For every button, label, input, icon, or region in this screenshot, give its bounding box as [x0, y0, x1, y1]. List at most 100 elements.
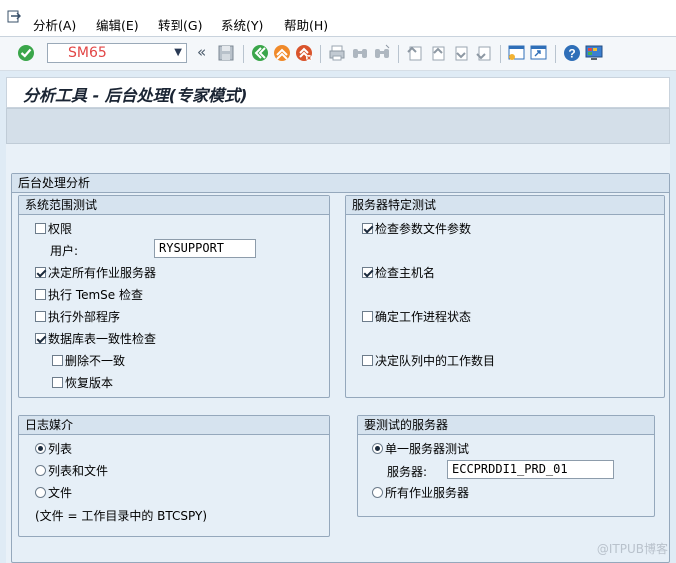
- help-button[interactable]: ?: [562, 43, 582, 63]
- delete-inconsistent-label: 删除不一致: [65, 353, 126, 368]
- toolbar-separator: [398, 45, 399, 63]
- external-program-checkbox[interactable]: [35, 310, 46, 322]
- external-program-label: 执行外部程序: [48, 309, 121, 324]
- collapse-arrows-icon[interactable]: «: [197, 43, 206, 61]
- back-button[interactable]: [250, 43, 270, 63]
- db-consistency-checkbox[interactable]: [35, 332, 46, 344]
- single-server-radio-row[interactable]: 单一服务器测试: [372, 439, 469, 457]
- all-servers-checkbox[interactable]: [35, 266, 46, 278]
- list-radio[interactable]: [35, 442, 46, 454]
- check-params-checkbox-row[interactable]: 检查参数文件参数: [362, 219, 471, 237]
- restore-version-checkbox[interactable]: [52, 376, 63, 388]
- customize-layout-icon: [585, 45, 603, 60]
- last-page-button[interactable]: [474, 43, 494, 63]
- create-session-button[interactable]: [507, 43, 527, 63]
- menu-system[interactable]: 系统(Y): [221, 15, 263, 34]
- check-params-label: 检查参数文件参数: [375, 221, 472, 236]
- cancel-button[interactable]: [294, 43, 314, 63]
- previous-page-icon: [432, 46, 445, 61]
- menu-help[interactable]: 帮助(H): [284, 15, 328, 34]
- cancel-icon: [296, 45, 312, 61]
- restore-version-label: 恢复版本: [65, 375, 114, 390]
- menu-goto[interactable]: 转到(G): [158, 15, 202, 34]
- toolbar-separator: [500, 45, 501, 63]
- work-process-checkbox-row[interactable]: 确定工作进程状态: [362, 307, 471, 325]
- standard-toolbar: SM65 ▼ « ?: [0, 37, 676, 71]
- app-menu-icon[interactable]: [7, 10, 21, 23]
- external-program-checkbox-row[interactable]: 执行外部程序: [35, 307, 120, 325]
- menu-edit[interactable]: 编辑(E): [96, 15, 139, 34]
- file-note: (文件 = 工作目录中的 BTCSPY): [35, 509, 208, 523]
- previous-page-button[interactable]: [428, 43, 448, 63]
- all-servers-checkbox-row[interactable]: 决定所有作业服务器: [35, 263, 156, 281]
- list-and-file-radio[interactable]: [35, 464, 46, 476]
- queue-count-checkbox-row[interactable]: 决定队列中的工作数目: [362, 351, 495, 369]
- single-server-radio[interactable]: [372, 442, 383, 454]
- delete-inconsistent-checkbox[interactable]: [52, 354, 63, 366]
- temse-label: 执行 TemSe 检查: [48, 287, 143, 302]
- check-host-checkbox[interactable]: [362, 266, 373, 278]
- exit-icon: [274, 45, 290, 61]
- list-and-file-radio-row[interactable]: 列表和文件: [35, 461, 108, 479]
- file-radio[interactable]: [35, 486, 46, 498]
- exit-button[interactable]: [272, 43, 292, 63]
- first-page-button[interactable]: [405, 43, 425, 63]
- user-input[interactable]: RYSUPPORT: [154, 239, 256, 258]
- back-icon: [252, 45, 268, 61]
- queue-count-checkbox[interactable]: [362, 354, 373, 366]
- dropdown-arrow-icon[interactable]: ▼: [174, 47, 182, 58]
- permission-checkbox-row[interactable]: 权限: [35, 219, 72, 237]
- page-title: 分析工具 - 后台处理(专家模式): [23, 86, 248, 105]
- work-process-checkbox[interactable]: [362, 310, 373, 322]
- list-label: 列表: [48, 441, 73, 456]
- delete-inconsistent-checkbox-row[interactable]: 删除不一致: [52, 351, 125, 369]
- temse-checkbox-row[interactable]: 执行 TemSe 检查: [35, 285, 143, 303]
- watermark: @ITPUB博客: [596, 542, 668, 556]
- log-media-group: 日志媒介 列表 列表和文件 文件 (文件 = 工作目录中的 BTCSPY): [18, 415, 330, 537]
- permission-checkbox[interactable]: [35, 222, 46, 234]
- next-page-icon: [455, 46, 468, 61]
- temse-checkbox[interactable]: [35, 288, 46, 300]
- server-tests-heading: 服务器特定测试: [346, 196, 664, 215]
- menu-analysis[interactable]: 分析(A): [33, 15, 76, 34]
- application-toolbar: [6, 108, 670, 144]
- servers-to-test-group: 要测试的服务器 单一服务器测试 服务器: ECCPRDDI1_PRD_01 所有…: [357, 415, 655, 517]
- find-button[interactable]: [350, 43, 370, 63]
- list-and-file-label: 列表和文件: [48, 463, 109, 478]
- next-page-button[interactable]: [451, 43, 471, 63]
- background-analysis-heading: 后台处理分析: [12, 174, 669, 193]
- customize-layout-button[interactable]: [584, 43, 604, 63]
- all-job-servers-label: 所有作业服务器: [385, 485, 470, 500]
- queue-count-label: 决定队列中的工作数目: [375, 353, 496, 368]
- find-icon: [353, 49, 367, 58]
- shortcut-icon: [530, 45, 547, 60]
- print-button[interactable]: [327, 43, 347, 63]
- checkmark-icon: [18, 45, 34, 61]
- permission-label: 权限: [48, 221, 73, 236]
- check-params-checkbox[interactable]: [362, 222, 373, 234]
- create-session-icon: [508, 45, 525, 60]
- toolbar-separator: [320, 45, 321, 63]
- enter-button[interactable]: [16, 43, 36, 63]
- title-bar: 分析工具 - 后台处理(专家模式): [6, 77, 670, 108]
- server-label: 服务器:: [387, 465, 428, 479]
- check-host-label: 检查主机名: [375, 265, 436, 280]
- last-page-icon: [476, 46, 491, 61]
- command-field[interactable]: SM65 ▼: [47, 43, 187, 63]
- first-page-icon: [407, 46, 422, 61]
- list-radio-row[interactable]: 列表: [35, 439, 72, 457]
- file-radio-row[interactable]: 文件: [35, 483, 72, 501]
- main-area: 后台处理分析 系统范围测试 权限 用户: RYSUPPORT 决定所有作业服务器…: [6, 144, 670, 563]
- check-host-checkbox-row[interactable]: 检查主机名: [362, 263, 435, 281]
- db-consistency-checkbox-row[interactable]: 数据库表一致性检查: [35, 329, 156, 347]
- all-job-servers-radio-row[interactable]: 所有作业服务器: [372, 483, 469, 501]
- all-job-servers-radio[interactable]: [372, 486, 383, 498]
- server-input[interactable]: ECCPRDDI1_PRD_01: [447, 460, 614, 479]
- system-tests-group: 系统范围测试 权限 用户: RYSUPPORT 决定所有作业服务器 执行 Tem…: [18, 195, 330, 398]
- restore-version-checkbox-row[interactable]: 恢复版本: [52, 373, 113, 391]
- shortcut-button[interactable]: [529, 43, 549, 63]
- find-next-icon: [375, 44, 390, 58]
- find-next-button[interactable]: [372, 43, 392, 63]
- save-button[interactable]: [216, 43, 236, 63]
- server-tests-group: 服务器特定测试 检查参数文件参数 检查主机名 确定工作进程状态 决定队列中的工作…: [345, 195, 665, 398]
